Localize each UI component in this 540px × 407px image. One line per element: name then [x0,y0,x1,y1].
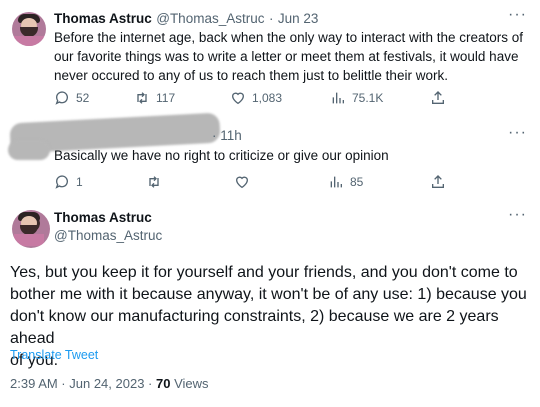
author-name[interactable]: Thomas Astruc [54,210,152,225]
translate-link[interactable]: Translate Tweet [10,348,98,362]
tweet-meta: 2:39 AM · Jun 24, 2023 · 70 Views [10,376,209,391]
like-count: 1,083 [252,91,283,105]
text-line: our favorite things was to write a lette… [54,49,519,64]
tweet2-actions: 1 85 [54,174,454,192]
text-line: bother me with it because anyway, it won… [10,286,527,303]
author-handle[interactable]: @Thomas_Astruc [156,11,264,26]
retweet-button[interactable] [146,174,162,190]
avatar[interactable] [12,12,46,46]
more-icon[interactable]: ··· [508,124,527,142]
share-icon [432,175,444,188]
avatar[interactable] [12,210,50,248]
separator: · [268,11,274,26]
tweet2-text: Basically we have no right to criticize … [54,148,389,163]
views-count: 75.1K [352,91,384,105]
share-button[interactable] [430,174,446,190]
text-line: never occured to any of us to reach them… [54,68,448,83]
heart-icon [235,176,249,189]
heart-icon [231,92,245,105]
share-icon [432,91,444,104]
reply-button[interactable]: 52 [54,90,89,106]
more-icon[interactable]: ··· [508,6,527,24]
retweet-button[interactable]: 117 [134,90,175,106]
text-line: Yes, but you keep it for yourself and yo… [10,264,518,281]
like-button[interactable] [234,174,250,190]
reply-count: 1 [76,175,83,189]
redacted-avatar [8,140,50,160]
reply-icon [55,91,68,105]
author-handle[interactable]: @Thomas_Astruc [54,228,162,243]
author-name[interactable]: Thomas Astruc [54,11,152,26]
views-label: Views [174,376,209,391]
retweet-icon [137,92,147,104]
reply-icon [55,175,68,189]
text-line: don't know our manufacturing constraints… [10,308,499,347]
tweet1-text: Before the internet age, back when the o… [54,28,534,85]
tweet-time[interactable]: · 11h [212,128,242,143]
tweet1-actions: 52 117 1,083 75.1K [54,90,454,108]
more-icon[interactable]: ··· [508,206,527,224]
views-button[interactable]: 85 [328,174,363,190]
tweet-date[interactable]: Jun 23 [278,11,319,26]
reply-count: 52 [76,91,90,105]
views-icon [330,176,342,188]
views-icon [332,92,344,104]
like-button[interactable]: 1,083 [230,90,282,106]
views-count: 85 [350,175,364,189]
views-count: 70 [156,376,171,391]
share-button[interactable] [430,90,446,106]
views-button[interactable]: 75.1K [330,90,383,106]
text-line: Before the internet age, back when the o… [54,30,524,45]
tweet1-header: Thomas Astruc @Thomas_Astruc · Jun 23 [54,10,318,28]
retweet-icon [149,176,159,188]
retweet-count: 117 [156,91,176,105]
timestamp[interactable]: 2:39 AM · Jun 24, 2023 · [10,376,152,391]
reply-button[interactable]: 1 [54,174,83,190]
